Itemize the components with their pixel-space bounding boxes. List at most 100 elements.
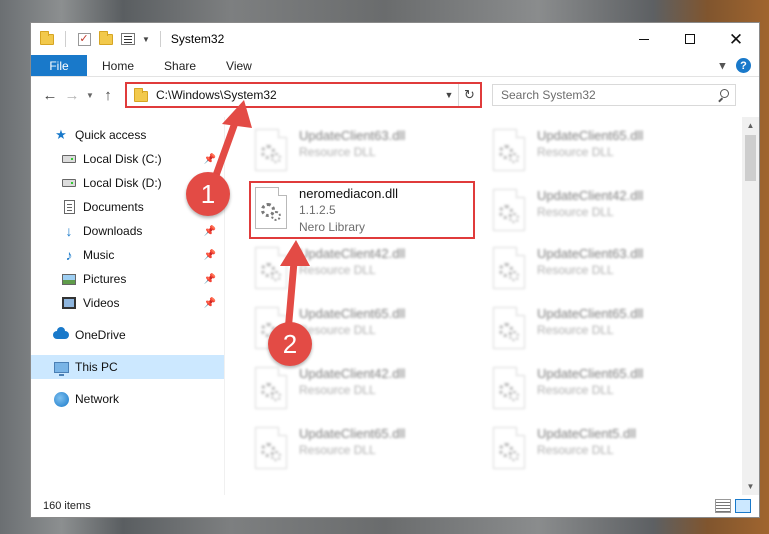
scroll-up-icon[interactable]: ▲ — [742, 117, 759, 134]
computer-icon — [53, 359, 69, 376]
file-description: Resource DLL — [299, 323, 376, 337]
dll-file-icon — [491, 247, 527, 291]
file-description: Resource DLL — [299, 383, 376, 397]
back-button[interactable]: ← — [39, 84, 61, 106]
back-arrow-icon: ← — [42, 86, 58, 104]
pin-icon: 📌 — [203, 297, 216, 309]
sidebar-item-onedrive[interactable]: OneDrive — [31, 323, 224, 347]
tab-home[interactable]: Home — [87, 55, 149, 76]
folder-icon — [134, 88, 148, 102]
sidebar-item-music[interactable]: ♪ Music 📌 — [31, 243, 224, 267]
file-tile[interactable]: UpdateClient65.dll Resource DLL — [491, 363, 713, 415]
sidebar-item-label: Quick access — [75, 128, 147, 142]
vertical-scrollbar[interactable]: ▲ ▼ — [742, 117, 759, 495]
address-path[interactable]: C:\Windows\System32 — [156, 88, 277, 102]
file-tile[interactable]: UpdateClient5.dll Resource DLL — [491, 423, 713, 475]
large-icons-view-icon[interactable] — [735, 499, 751, 513]
folder-icon[interactable] — [39, 30, 55, 47]
up-button[interactable]: ↑ — [97, 84, 119, 106]
sidebar-item-quick-access[interactable]: ★ Quick access — [31, 123, 224, 147]
file-tile[interactable]: UpdateClient65.dll Resource DLL — [491, 303, 713, 355]
file-tile[interactable]: UpdateClient42.dll Resource DLL — [253, 243, 475, 295]
close-icon: ✕ — [728, 29, 744, 49]
file-name: UpdateClient5.dll — [537, 426, 637, 441]
dll-file-icon — [253, 427, 289, 471]
file-tile[interactable]: UpdateClient63.dll Resource DLL — [253, 125, 475, 177]
dll-file-icon — [491, 427, 527, 471]
forward-button[interactable]: → — [61, 84, 83, 106]
maximize-button[interactable] — [667, 23, 713, 55]
expand-ribbon-icon[interactable]: ▲ — [717, 60, 728, 72]
file-tile[interactable]: UpdateClient65.dll Resource DLL — [253, 423, 475, 475]
file-name: UpdateClient63.dll — [299, 128, 406, 143]
file-description: Resource DLL — [537, 383, 614, 397]
file-name: UpdateClient65.dll — [537, 306, 644, 321]
search-box[interactable] — [492, 84, 736, 106]
sidebar-item-label: Local Disk (D:) — [83, 176, 162, 190]
drive-icon — [61, 175, 77, 191]
status-bar: 160 items — [31, 495, 759, 517]
main-content: ★ Quick access Local Disk (C:) 📌 Local D… — [31, 117, 759, 495]
recent-locations-dropdown-icon[interactable]: ▼ — [83, 91, 97, 100]
sidebar-item-label: Documents — [83, 200, 144, 214]
help-icon[interactable]: ? — [736, 58, 751, 73]
sidebar-item-this-pc[interactable]: This PC — [31, 355, 224, 379]
navigation-bar: ← → ▼ ↑ C:\Windows\System32 ▼ ↻ — [31, 77, 759, 113]
properties-icon[interactable] — [120, 31, 136, 47]
sidebar-item-label: Local Disk (C:) — [83, 152, 162, 166]
refresh-button[interactable]: ↻ — [458, 84, 480, 106]
new-folder-icon[interactable] — [98, 30, 114, 47]
file-tile[interactable]: UpdateClient63.dll Resource DLL — [491, 243, 713, 295]
details-view-icon[interactable] — [715, 499, 731, 513]
file-tile[interactable]: UpdateClient65.dll Resource DLL — [491, 125, 713, 177]
file-name: UpdateClient65.dll — [299, 306, 406, 321]
tab-view[interactable]: View — [211, 55, 267, 76]
address-bar[interactable]: C:\Windows\System32 ▼ ↻ — [125, 82, 482, 108]
refresh-icon: ↻ — [464, 87, 475, 102]
search-icon[interactable] — [717, 89, 729, 101]
pin-icon: 📌 — [203, 225, 216, 237]
dll-file-icon — [253, 367, 289, 411]
sidebar-item-label: Pictures — [83, 272, 127, 286]
sidebar-item-label: Videos — [83, 296, 120, 310]
sidebar-item-pictures[interactable]: Pictures 📌 — [31, 267, 224, 291]
customize-toolbar-dropdown-icon[interactable]: ▼ — [142, 35, 150, 44]
file-tile[interactable]: UpdateClient42.dll Resource DLL — [253, 363, 475, 415]
maximize-icon — [685, 34, 695, 44]
pin-icon: 📌 — [203, 273, 216, 285]
up-arrow-icon: ↑ — [104, 86, 112, 104]
sidebar-item-downloads[interactable]: ↓ Downloads 📌 — [31, 219, 224, 243]
sidebar-item-label: This PC — [75, 360, 118, 374]
sidebar-item-network[interactable]: Network — [31, 387, 224, 411]
address-dropdown-icon[interactable]: ▼ — [440, 90, 458, 100]
minimize-button[interactable] — [621, 23, 667, 55]
pin-icon: 📌 — [203, 153, 216, 165]
file-list: UpdateClient63.dll Resource DLL UpdateCli… — [225, 117, 742, 495]
file-name: UpdateClient42.dll — [537, 188, 644, 203]
toolbar-divider — [65, 31, 66, 47]
pictures-icon — [61, 271, 77, 287]
star-icon: ★ — [55, 127, 67, 142]
tab-file[interactable]: File — [31, 55, 87, 76]
scroll-thumb[interactable] — [745, 135, 756, 181]
ribbon-tabs: File Home Share View ▲ ? — [31, 55, 759, 77]
title-bar[interactable]: ✓ ▼ System32 ✕ — [31, 23, 759, 55]
search-input[interactable] — [501, 88, 701, 102]
file-name: UpdateClient42.dll — [299, 246, 406, 261]
explorer-window: ✓ ▼ System32 ✕ File Home Share View ▲ ? … — [30, 22, 760, 518]
scroll-down-icon[interactable]: ▼ — [742, 478, 759, 495]
sidebar-item-videos[interactable]: Videos 📌 — [31, 291, 224, 315]
file-description: Resource DLL — [537, 145, 614, 159]
navigation-pane: ★ Quick access Local Disk (C:) 📌 Local D… — [31, 117, 225, 495]
tab-share[interactable]: Share — [149, 55, 211, 76]
sidebar-item-local-disk-c[interactable]: Local Disk (C:) 📌 — [31, 147, 224, 171]
ribbon-right-controls: ▲ ? — [717, 55, 759, 76]
close-button[interactable]: ✕ — [713, 23, 759, 55]
file-description: Resource DLL — [299, 443, 376, 457]
videos-icon — [61, 295, 77, 311]
file-tile[interactable]: UpdateClient42.dll Resource DLL — [491, 185, 713, 237]
properties-check-icon[interactable]: ✓ — [76, 31, 92, 47]
file-name: UpdateClient42.dll — [299, 366, 406, 381]
